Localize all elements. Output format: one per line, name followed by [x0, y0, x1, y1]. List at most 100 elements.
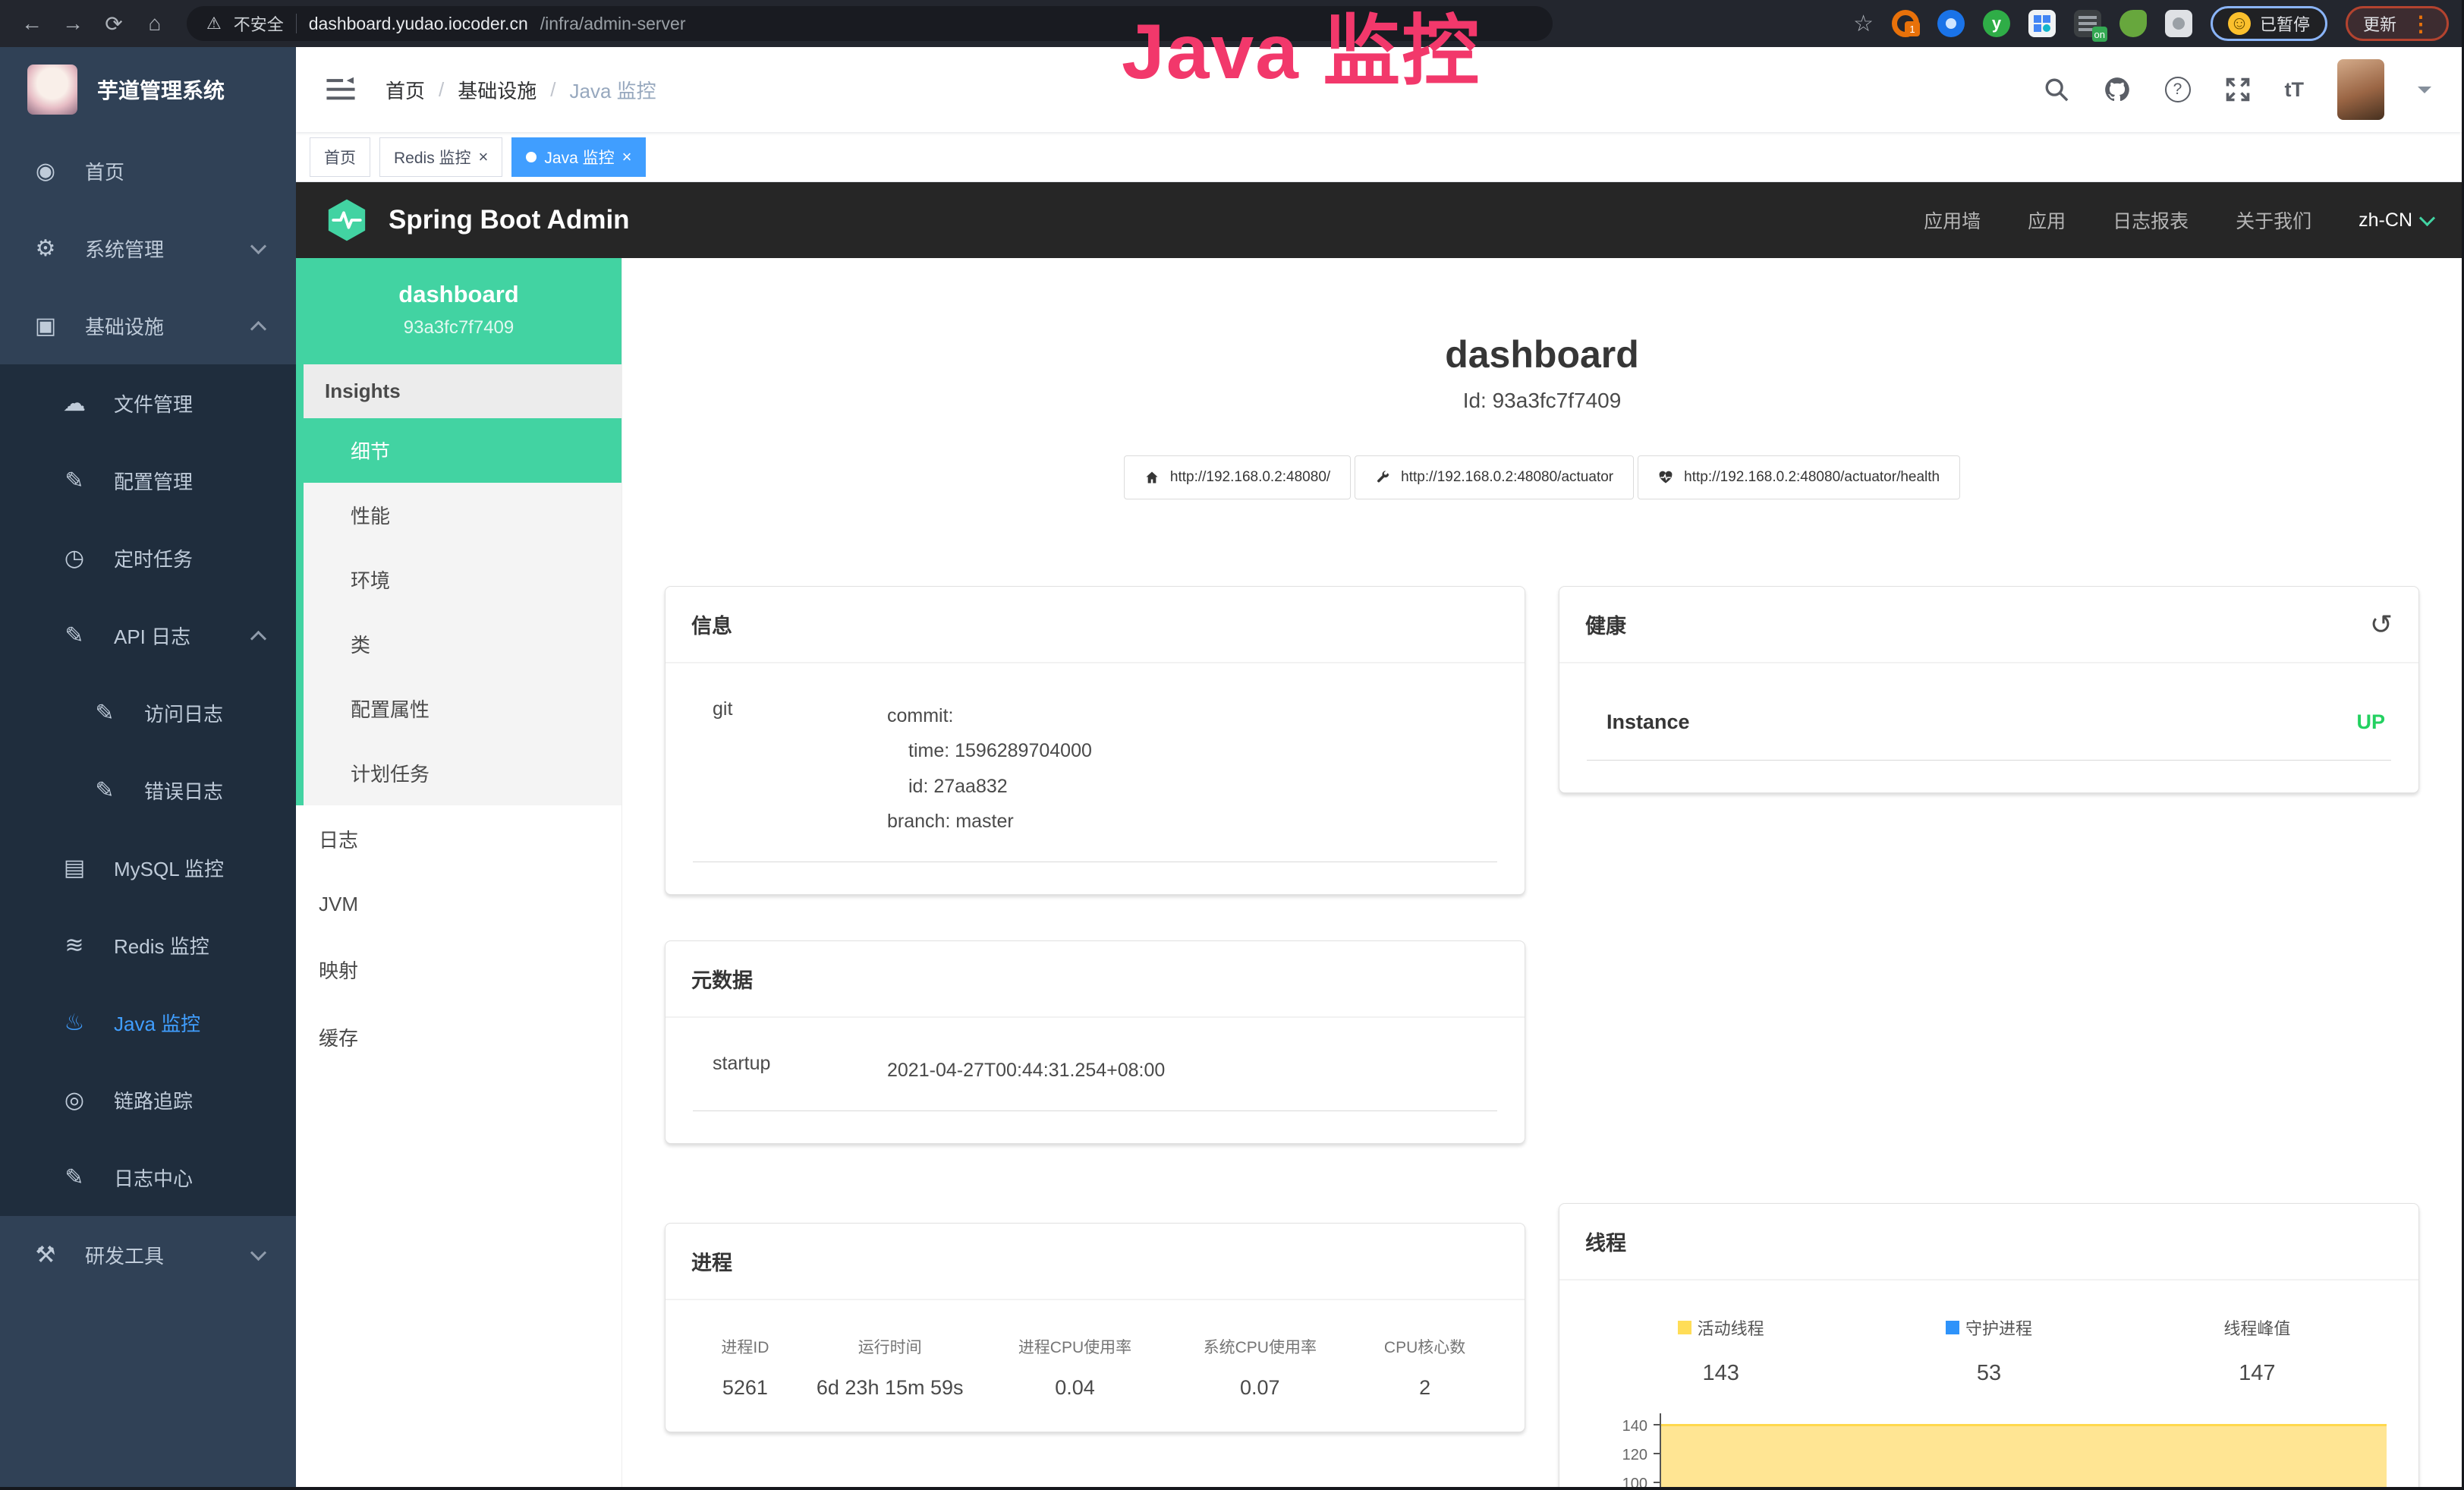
sidebar-item-apilog[interactable]: ✎ API 日志: [0, 597, 296, 674]
sba-item-jvm[interactable]: JVM: [296, 873, 622, 936]
sba-brand-title[interactable]: Spring Boot Admin: [389, 205, 630, 235]
github-icon[interactable]: [2103, 75, 2132, 104]
sidebar-item-system[interactable]: ⚙ 系统管理: [0, 209, 296, 287]
sidebar-item-trace[interactable]: ◎ 链路追踪: [0, 1061, 296, 1139]
extension-icon[interactable]: [1937, 10, 1965, 37]
breadcrumb-infra[interactable]: 基础设施: [458, 76, 537, 104]
sba-nav-wallboard[interactable]: 应用墙: [1924, 206, 1981, 234]
sidebar-item-infra[interactable]: ▣ 基础设施: [0, 287, 296, 364]
user-avatar[interactable]: [2337, 59, 2384, 120]
history-icon[interactable]: ↺: [2370, 611, 2393, 638]
info-row-git: git commit: time: 1596289704000 id: 27aa…: [693, 698, 1497, 862]
browser-reload-icon[interactable]: ⟳: [97, 7, 131, 40]
extension-icon[interactable]: 1: [1892, 10, 1919, 37]
hamburger-icon[interactable]: [326, 77, 355, 102]
info-card: 信息 git commit: time: 1596289704000 id: 2…: [665, 586, 1525, 895]
git-id-line: id: 27aa832: [887, 769, 1092, 804]
sba-item-configprops[interactable]: 配置属性: [304, 676, 622, 741]
extensions-puzzle-icon[interactable]: [2165, 10, 2192, 37]
sba-item-logs[interactable]: 日志: [296, 805, 622, 873]
sidebar-item-redis[interactable]: ≋ Redis 监控: [0, 906, 296, 984]
security-label[interactable]: 不安全: [234, 11, 284, 36]
update-button[interactable]: 更新 ⋮: [2346, 6, 2449, 41]
app-logo-row[interactable]: 芋道管理系统: [0, 47, 296, 132]
legend-live-threads: 活动线程 143: [1587, 1315, 1855, 1386]
search-icon[interactable]: [2044, 77, 2069, 102]
avatar: [2337, 59, 2384, 120]
edit-icon: ✎: [59, 468, 90, 494]
process-col-header: 进程ID: [693, 1335, 798, 1358]
extension-icon[interactable]: on: [2074, 10, 2101, 37]
extension-icon[interactable]: [2119, 10, 2147, 37]
sidebar-item-logcenter[interactable]: ✎ 日志中心: [0, 1139, 296, 1216]
tag-java[interactable]: Java 监控 ×: [511, 137, 646, 177]
sidebar-item-accesslog[interactable]: ✎ 访问日志: [0, 674, 296, 751]
sidebar-item-job[interactable]: ◷ 定时任务: [0, 519, 296, 597]
bookmark-star-icon[interactable]: ☆: [1853, 11, 1874, 37]
paused-badge[interactable]: ☺ 已暂停: [2211, 6, 2327, 41]
text-size-icon[interactable]: tT: [2285, 78, 2304, 102]
fullscreen-icon[interactable]: [2224, 76, 2252, 103]
sidebar-item-home[interactable]: ◉ 首页: [0, 132, 296, 209]
log-edit-icon: ✎: [59, 622, 90, 649]
sba-instance-block[interactable]: dashboard 93a3fc7f7409: [296, 258, 622, 364]
sba-item-mappings[interactable]: 映射: [296, 936, 622, 1003]
sidebar-item-java[interactable]: ♨ Java 监控: [0, 984, 296, 1061]
process-col-header: 系统CPU使用率: [1167, 1335, 1352, 1358]
close-icon[interactable]: ×: [479, 149, 489, 165]
sidebar-item-label: 访问日志: [144, 699, 223, 727]
sba-nav-applications[interactable]: 应用: [2028, 206, 2066, 234]
kebab-menu-icon[interactable]: ⋮: [2410, 11, 2431, 36]
sidebar-item-label: 文件管理: [114, 389, 193, 417]
instance-links: http://192.168.0.2:48080/ http://192.168…: [665, 455, 2419, 499]
sidebar-item-errorlog[interactable]: ✎ 错误日志: [0, 751, 296, 829]
legend-square-yellow: [1678, 1321, 1691, 1334]
threads-card-header: 线程: [1559, 1204, 2418, 1281]
caret-down-icon[interactable]: [2418, 87, 2431, 100]
breadcrumb: 首页 / 基础设施 / Java 监控: [385, 76, 656, 104]
close-icon[interactable]: ×: [622, 149, 632, 165]
sba-nav-about[interactable]: 关于我们: [2236, 206, 2311, 234]
threads-card-body: 活动线程 143 守护进程: [1559, 1281, 2418, 1487]
sba-item-scheduledtasks[interactable]: 计划任务: [304, 741, 622, 805]
sidebar-item-config[interactable]: ✎ 配置管理: [0, 442, 296, 519]
sba-logo-icon: [325, 198, 369, 242]
redis-icon: ≋: [59, 932, 90, 959]
sidebar-item-mysql[interactable]: ▤ MySQL 监控: [0, 829, 296, 906]
screen: ← → ⟳ ⌂ ⚠ 不安全 dashboard.yudao.iocoder.cn…: [0, 0, 2464, 1490]
breadcrumb-home[interactable]: 首页: [385, 76, 425, 104]
sidebar-item-label: API 日志: [114, 622, 190, 650]
card-title: 健康: [1585, 610, 1626, 639]
browser-forward-icon[interactable]: →: [56, 7, 90, 40]
browser-home-icon[interactable]: ⌂: [138, 7, 172, 40]
process-cpu: 0.04: [983, 1376, 1168, 1400]
health-card-body: Instance UP: [1559, 663, 2418, 792]
extension-icon[interactable]: [2028, 10, 2056, 37]
breadcrumb-separator: /: [550, 78, 555, 102]
browser-back-icon[interactable]: ←: [15, 7, 49, 40]
sba-item-metrics[interactable]: 性能: [304, 483, 622, 547]
actuator-url: http://192.168.0.2:48080/actuator: [1401, 469, 1613, 486]
help-icon[interactable]: ?: [2165, 77, 2191, 102]
y-tick: 100: [1622, 1476, 1647, 1487]
tag-label: 首页: [324, 146, 356, 169]
service-url-button[interactable]: http://192.168.0.2:48080/: [1124, 455, 1351, 499]
process-table: 进程ID 运行时间 进程CPU使用率 系统CPU使用率 CPU核心数 5261 …: [693, 1335, 1497, 1400]
health-url-button[interactable]: http://192.168.0.2:48080/actuator/health: [1638, 455, 1960, 499]
tag-home[interactable]: 首页: [310, 137, 370, 177]
monitor-icon: ▣: [30, 313, 61, 339]
sidebar-item-file[interactable]: ☁ 文件管理: [0, 364, 296, 442]
sba-nav-journal[interactable]: 日志报表: [2113, 206, 2189, 234]
sba-item-caches[interactable]: 缓存: [296, 1003, 622, 1071]
sba-item-classes[interactable]: 类: [304, 612, 622, 676]
actuator-url-button[interactable]: http://192.168.0.2:48080/actuator: [1355, 455, 1634, 499]
extension-icon[interactable]: y: [1983, 10, 2010, 37]
tag-redis[interactable]: Redis 监控 ×: [379, 137, 502, 177]
sba-item-details[interactable]: 细节: [304, 418, 622, 483]
sidebar-item-devtool[interactable]: ⚒ 研发工具: [0, 1216, 296, 1293]
java-icon: ♨: [59, 1010, 90, 1036]
sba-sidebar: dashboard 93a3fc7f7409 Insights 细节 性能 环境…: [296, 258, 622, 1487]
sba-locale-select[interactable]: zh-CN: [2359, 209, 2433, 232]
health-card: 健康 ↺ Instance UP: [1559, 586, 2419, 793]
sba-item-environment[interactable]: 环境: [304, 547, 622, 612]
